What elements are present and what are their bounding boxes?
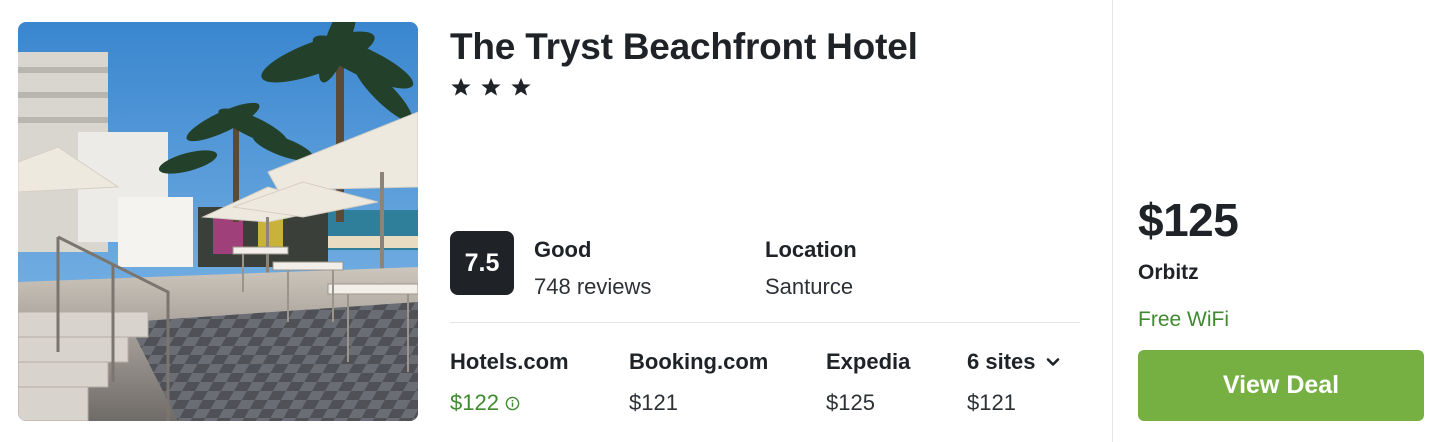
provider-price-expedia[interactable]: $125 <box>826 390 875 416</box>
hotel-star-rating <box>450 76 532 102</box>
hotel-name[interactable]: The Tryst Beachfront Hotel <box>450 26 918 68</box>
location-value: Santurce <box>765 274 854 299</box>
review-count[interactable]: 748 reviews <box>534 274 651 300</box>
provider-name-hotels-com[interactable]: Hotels.com <box>450 349 569 375</box>
provider-price-booking-com[interactable]: $121 <box>629 390 678 416</box>
more-sites-label: 6 sites <box>967 349 1036 374</box>
more-sites-dropdown[interactable]: 6 sites <box>967 349 1060 375</box>
column-divider <box>1112 0 1113 442</box>
provider-name-booking-com[interactable]: Booking.com <box>629 349 768 375</box>
hotel-photo[interactable] <box>18 22 418 421</box>
info-icon[interactable] <box>505 396 520 411</box>
provider-name-expedia[interactable]: Expedia <box>826 349 910 375</box>
deal-price: $125 <box>1138 194 1239 246</box>
provider-price-value: $122 <box>450 390 499 415</box>
star-icon <box>511 77 531 96</box>
provider-price-hotels-com[interactable]: $122 <box>450 390 520 416</box>
rating-word: Good <box>534 237 592 262</box>
hotel-result-card: The Tryst Beachfront Hotel 7.5 Good 748 … <box>0 0 1446 442</box>
review-score-badge: 7.5 <box>450 231 514 295</box>
divider <box>450 322 1080 323</box>
location-label: Location <box>765 237 857 262</box>
chevron-down-icon <box>1046 358 1059 366</box>
view-deal-button[interactable]: View Deal <box>1138 350 1424 421</box>
hotel-photo-image <box>18 22 418 421</box>
star-icon <box>481 77 501 96</box>
deal-provider: Orbitz <box>1138 261 1199 284</box>
deal-amenity: Free WiFi <box>1138 308 1229 331</box>
star-icon <box>451 77 471 96</box>
more-sites-price[interactable]: $121 <box>967 390 1016 416</box>
